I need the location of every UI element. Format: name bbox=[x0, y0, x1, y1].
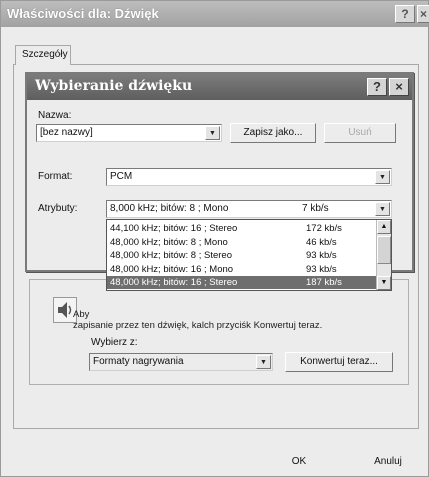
dialog-close-button[interactable]: × bbox=[389, 78, 409, 96]
attributes-rate: 7 kb/s bbox=[302, 203, 329, 214]
chevron-down-icon[interactable]: ▼ bbox=[205, 126, 220, 140]
save-as-button[interactable]: Zapisz jako... bbox=[230, 123, 316, 143]
list-item-rate: 93 kb/s bbox=[306, 263, 337, 275]
name-value: [bez nazwy] bbox=[40, 127, 93, 138]
cancel-button[interactable]: Anuluj bbox=[349, 453, 427, 473]
description-rest: zapisanie przez ten dźwięk, kalch przyci… bbox=[73, 320, 323, 331]
tab-details[interactable]: Szczegóły bbox=[15, 45, 71, 65]
list-item[interactable]: 48,000 kHz; bitów: 16 ; Mono 93 kb/s bbox=[107, 263, 381, 276]
chevron-down-icon[interactable]: ▼ bbox=[377, 276, 391, 290]
format-select[interactable]: PCM ▼ bbox=[106, 168, 392, 186]
scroll-thumb[interactable] bbox=[377, 236, 391, 264]
list-item[interactable]: 44,100 kHz; bitów: 16 ; Stereo 172 kb/s bbox=[107, 222, 381, 235]
chevron-down-icon[interactable]: ▼ bbox=[256, 355, 271, 369]
choose-from-select[interactable]: Formaty nagrywania ▼ bbox=[89, 353, 273, 371]
convert-description: Aby zapisanie przez ten dźwięk, kalch pr… bbox=[73, 309, 403, 331]
attributes-value: 8,000 kHz; bitów: 8 ; Mono bbox=[110, 203, 229, 214]
list-item-format: 48,000 kHz; bitów: 8 ; Mono bbox=[110, 236, 228, 248]
close-button[interactable]: × bbox=[417, 5, 429, 23]
format-label: Format: bbox=[38, 171, 73, 182]
attributes-select[interactable]: 8,000 kHz; bitów: 8 ; Mono 7 kb/s ▼ bbox=[106, 200, 392, 218]
vertical-scrollbar[interactable]: ▲ ▼ bbox=[376, 220, 391, 290]
chevron-up-icon[interactable]: ▲ bbox=[377, 220, 391, 234]
chevron-down-icon[interactable]: ▼ bbox=[375, 202, 390, 216]
chevron-down-icon[interactable]: ▼ bbox=[375, 170, 390, 184]
list-item[interactable]: 48,000 kHz; bitów: 8 ; Mono 46 kb/s bbox=[107, 236, 381, 249]
name-select[interactable]: [bez nazwy] ▼ bbox=[36, 124, 222, 142]
list-item-rate: 93 kb/s bbox=[306, 250, 337, 261]
description-start: Aby bbox=[73, 309, 90, 320]
list-item-rate: 46 kb/s bbox=[306, 236, 337, 248]
attributes-dropdown-list: 44,100 kHz; bitów: 16 ; Stereo 172 kb/s 48… bbox=[106, 219, 392, 291]
list-item-format: 48,000 kHz; bitów: 16 ; Mono bbox=[110, 263, 234, 275]
list-item-format: 48,000 kHz; bitów: 8 ; Stereo bbox=[110, 250, 232, 261]
help-button[interactable]: ? bbox=[395, 5, 415, 23]
list-item-format: 44,100 kHz; bitów: 16 ; Stereo bbox=[110, 223, 238, 234]
list-item[interactable]: 48,000 kHz; bitów: 8 ; Stereo 93 kb/s bbox=[107, 249, 381, 262]
delete-button[interactable]: Usuń bbox=[324, 123, 396, 143]
format-value: PCM bbox=[110, 171, 133, 182]
dialog-title: Wybieranie dźwięku bbox=[27, 74, 412, 100]
convert-now-button[interactable]: Konwertuj teraz... bbox=[285, 352, 393, 372]
choose-from-label: Wybierz z: bbox=[91, 337, 138, 348]
choose-from-value: Formaty nagrywania bbox=[93, 356, 184, 367]
list-item[interactable]: 48,000 kHz; bitów: 16 ; Stereo 187 kb/s bbox=[107, 276, 381, 289]
window-title: Właściwości dla: Dźwięk bbox=[1, 1, 428, 27]
dialog-help-button[interactable]: ? bbox=[367, 78, 387, 96]
list-item-rate: 172 kb/s bbox=[306, 223, 342, 234]
list-item-rate: 187 kb/s bbox=[306, 277, 342, 288]
ok-button[interactable]: OK bbox=[259, 453, 339, 473]
name-label: Nazwa: bbox=[38, 110, 72, 121]
list-item-format: 48,000 kHz; bitów: 16 ; Stereo bbox=[110, 277, 238, 288]
attributes-label: Atrybuty: bbox=[38, 203, 78, 214]
